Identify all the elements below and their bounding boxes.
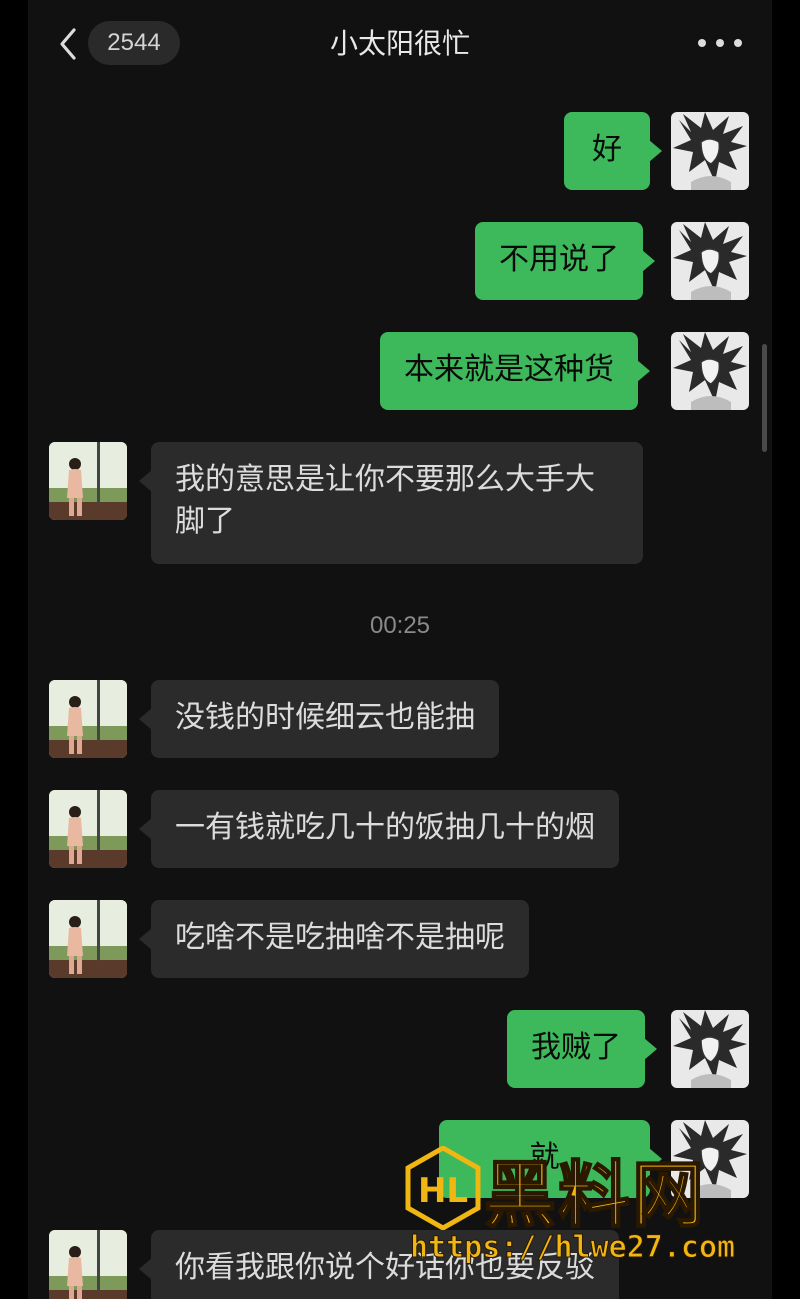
- message-text: 不用说了: [499, 242, 619, 277]
- unread-count-badge[interactable]: 2544: [88, 21, 180, 65]
- message-text: 我的意思是让你不要那么大手大: [175, 462, 595, 497]
- chat-screen: 2544 小太阳很忙 好 不用说了 本来就是这种货 我的意思是让你不要那么大手大…: [28, 0, 772, 1299]
- my-avatar[interactable]: [671, 1120, 749, 1198]
- chevron-left-icon: [60, 28, 76, 60]
- message-text: 你看我跟你说个好话你也要反驳: [175, 1250, 595, 1285]
- incoming-message-bubble[interactable]: 你看我跟你说个好话你也要反驳: [139, 1230, 619, 1299]
- message-text: 好: [592, 132, 622, 167]
- message-text: 一有钱就吃几十的饭抽几十的烟: [175, 810, 595, 845]
- incoming-message-bubble[interactable]: 我的意思是让你不要那么大手大 脚了: [139, 442, 643, 564]
- scrollbar[interactable]: [762, 344, 767, 452]
- incoming-message-bubble[interactable]: 没钱的时候细云也能抽: [139, 680, 499, 758]
- outgoing-message-bubble[interactable]: 就: [439, 1120, 662, 1198]
- message-text: 我贼了: [531, 1030, 621, 1065]
- my-avatar[interactable]: [671, 332, 749, 410]
- message-timestamp: 00:25: [369, 612, 431, 639]
- contact-avatar[interactable]: [49, 790, 127, 868]
- message-text: 吃啥不是吃抽啥不是抽呢: [175, 920, 505, 955]
- contact-avatar[interactable]: [49, 680, 127, 758]
- contact-avatar[interactable]: [49, 1230, 127, 1299]
- back-button[interactable]: [54, 24, 84, 64]
- outgoing-message-bubble[interactable]: 好: [564, 112, 662, 190]
- message-text: 没钱的时候细云也能抽: [175, 700, 475, 735]
- my-avatar[interactable]: [671, 1010, 749, 1088]
- outgoing-message-bubble[interactable]: 我贼了: [507, 1010, 657, 1088]
- message-text: 本来就是这种货: [404, 352, 614, 387]
- my-avatar[interactable]: [671, 222, 749, 300]
- incoming-message-bubble[interactable]: 一有钱就吃几十的饭抽几十的烟: [139, 790, 619, 868]
- message-list[interactable]: 好 不用说了 本来就是这种货 我的意思是让你不要那么大手大 脚了 00:25 没…: [28, 86, 772, 1299]
- incoming-message-bubble[interactable]: 吃啥不是吃抽啥不是抽呢: [139, 900, 529, 978]
- my-avatar[interactable]: [671, 112, 749, 190]
- contact-avatar[interactable]: [49, 900, 127, 978]
- message-text: 脚了: [175, 504, 235, 539]
- contact-avatar[interactable]: [49, 442, 127, 520]
- outgoing-message-bubble[interactable]: 不用说了: [475, 222, 655, 300]
- outgoing-message-bubble[interactable]: 本来就是这种货: [380, 332, 650, 410]
- message-text: 就: [529, 1140, 560, 1175]
- chat-header: 2544 小太阳很忙: [28, 0, 772, 86]
- more-options-icon[interactable]: [698, 28, 742, 58]
